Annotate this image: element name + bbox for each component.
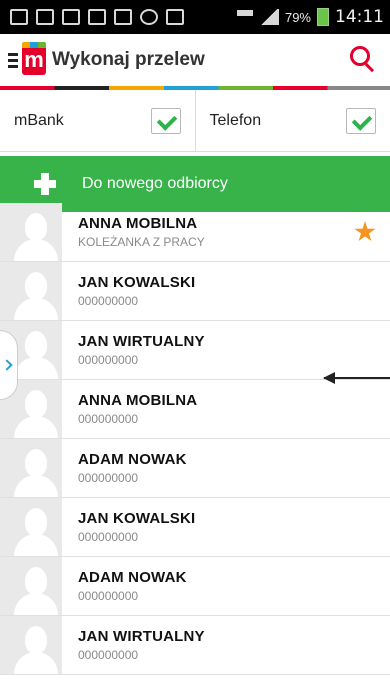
contact-detail: 000000000 <box>78 530 139 544</box>
contact-name: ANNA MOBILNA <box>78 215 198 232</box>
list-item[interactable]: ANNA MOBILNA KOLEŻANKA Z PRACY <box>0 203 390 262</box>
list-item[interactable]: JAN KOWALSKI 000000000 <box>0 498 390 557</box>
avatar <box>0 557 62 615</box>
list-item[interactable]: JAN WIRTUALNY 000000000 <box>0 616 390 675</box>
list-item[interactable]: ADAM NOWAK 000000000 <box>0 557 390 616</box>
mbank-logo[interactable]: m <box>22 45 46 75</box>
filter-mbank[interactable]: mBank <box>0 90 195 151</box>
contact-detail: 000000000 <box>78 353 139 367</box>
block-notification-icon <box>140 9 158 25</box>
battery-icon <box>317 8 329 26</box>
avatar <box>0 262 62 320</box>
contact-detail: 000000000 <box>78 648 139 662</box>
contact-name: ADAM NOWAK <box>78 451 187 468</box>
filter-telefon[interactable]: Telefon <box>194 90 390 151</box>
contact-name: JAN WIRTUALNY <box>78 333 205 350</box>
wifi-icon <box>236 10 253 24</box>
signal-icon <box>258 9 279 25</box>
filter-label-mbank: mBank <box>14 111 64 129</box>
avatar <box>0 498 62 556</box>
avatar <box>0 203 62 261</box>
logo-wrap: m <box>18 42 46 75</box>
favorite-star-icon[interactable] <box>354 221 376 242</box>
page-title: Wykonaj przelew <box>52 49 205 70</box>
status-bar: 79% 14:11 <box>0 0 390 34</box>
filter-label-telefon: Telefon <box>209 111 262 129</box>
mail-notification-icon <box>36 9 54 25</box>
mbank-checkbox[interactable] <box>150 107 181 134</box>
drawer-menu-icon[interactable] <box>8 52 18 68</box>
contact-name: JAN KOWALSKI <box>78 274 196 291</box>
contact-name: JAN KOWALSKI <box>78 510 196 527</box>
system-indicators: 79% 14:11 <box>236 7 384 27</box>
battery-percent: 79% <box>284 9 311 25</box>
contact-detail: 000000000 <box>78 412 139 426</box>
telefon-checkbox[interactable] <box>346 107 376 134</box>
avatar <box>0 439 62 497</box>
action-bar: m Wykonaj przelew <box>0 34 390 86</box>
list-item[interactable]: JAN KOWALSKI 000000000 <box>0 262 390 321</box>
message-notification-icon-2 <box>88 9 106 25</box>
search-icon[interactable] <box>350 46 378 74</box>
contact-detail: 000000000 <box>78 589 139 603</box>
contact-list: ANNA MOBILNA KOLEŻANKA Z PRACY JAN KOWAL… <box>0 203 390 675</box>
new-recipient-label: Do nowego odbiorcy <box>82 175 228 192</box>
drawer-handle[interactable] <box>0 330 18 400</box>
avatar <box>0 616 62 674</box>
download-notification-icon <box>166 9 184 25</box>
message-notification-icon <box>62 9 80 25</box>
contact-filters: mBank Telefon <box>0 90 390 152</box>
contact-detail: 000000000 <box>78 471 139 485</box>
list-item[interactable]: ANNA MOBILNA 000000000 <box>0 380 390 439</box>
contact-detail: KOLEŻANKA Z PRACY <box>78 235 205 249</box>
image-notification-icon <box>10 9 28 25</box>
contact-detail: 000000000 <box>78 294 139 308</box>
contact-name: ANNA MOBILNA <box>78 392 198 409</box>
annotation-arrow-icon <box>323 372 390 384</box>
contact-name: JAN WIRTUALNY <box>78 628 205 645</box>
clock: 14:11 <box>335 7 384 27</box>
contact-name: ADAM NOWAK <box>78 569 187 586</box>
plus-icon <box>34 173 56 195</box>
list-item[interactable]: ADAM NOWAK 000000000 <box>0 439 390 498</box>
mbank-notification-icon <box>114 9 132 25</box>
notification-icons <box>10 9 184 25</box>
